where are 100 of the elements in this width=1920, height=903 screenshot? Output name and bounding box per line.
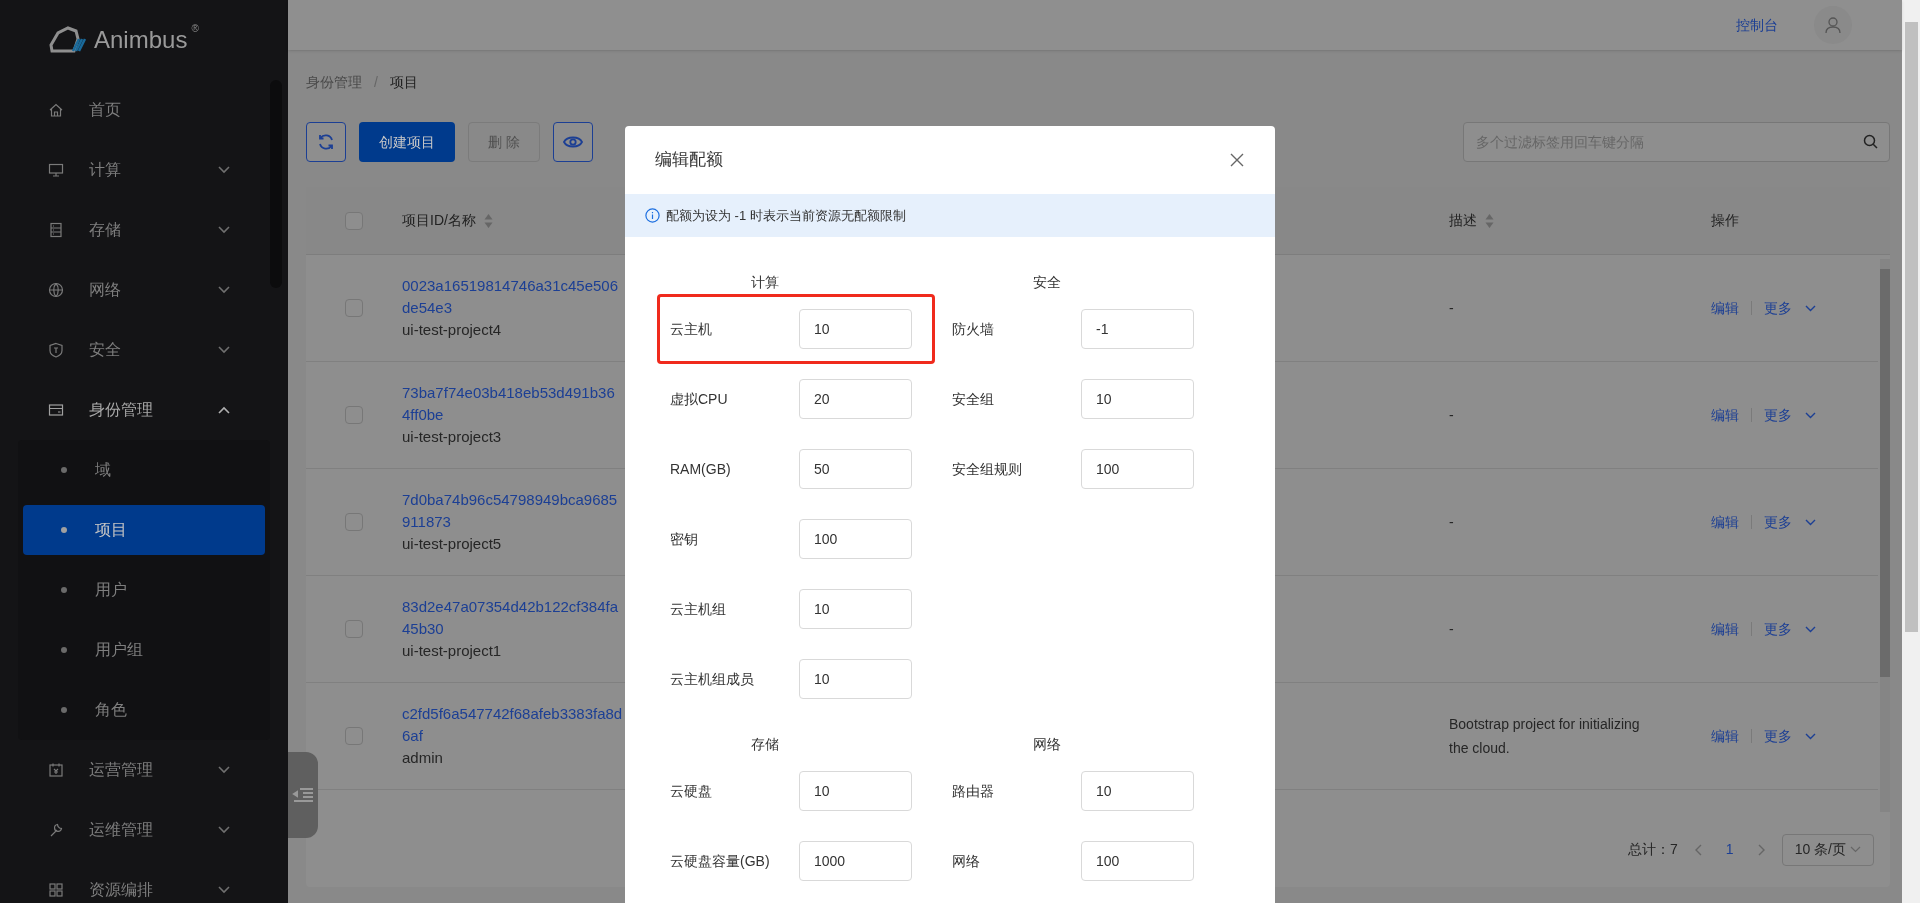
breadcrumb-item: 项目: [389, 72, 418, 92]
page-size-select[interactable]: 10 条/页: [1781, 833, 1874, 866]
chevron-down-icon[interactable]: [1805, 625, 1816, 633]
page-scrollbar-thumb[interactable]: [1904, 22, 1918, 632]
info-text: 配额为设为 -1 时表示当前资源无配额限制: [666, 206, 906, 225]
next-page-icon[interactable]: [1757, 843, 1766, 856]
table-scrollbar-thumb[interactable]: [1880, 269, 1890, 677]
menu-item-icon: [48, 822, 64, 838]
menu-item[interactable]: 存储: [89, 218, 218, 242]
previous-page-icon[interactable]: [1693, 843, 1702, 856]
submenu-item[interactable]: 角色: [23, 685, 265, 735]
project-id-link[interactable]: 7d0ba74b96c54798949bca9685911873: [402, 489, 623, 533]
page-number[interactable]: 1: [1717, 839, 1742, 860]
project-id-link[interactable]: 0023a16519814746a31c45e506de54e3: [402, 275, 623, 319]
column-header[interactable]: 项目ID/名称: [402, 210, 493, 231]
quota-input[interactable]: 10: [799, 771, 912, 811]
quota-input[interactable]: 50: [799, 449, 912, 489]
field-label: 云主机组: [670, 599, 727, 619]
project-name: ui-test-project5: [402, 534, 502, 554]
menu-item[interactable]: 身份管理: [89, 398, 218, 422]
menu-item-icon: [48, 282, 64, 298]
description-text: -: [1449, 513, 1455, 532]
quota-input[interactable]: 10: [1081, 771, 1194, 811]
project-id-link[interactable]: c2fd5f6a547742f68afeb3383fa8d6af: [402, 703, 623, 747]
submenu-item[interactable]: 用户组: [23, 625, 265, 675]
menu-item-icon: [48, 882, 64, 898]
column-header: 操作: [1711, 211, 1739, 230]
menu-item[interactable]: 资源编排: [89, 878, 218, 902]
section-title: 计算: [751, 273, 780, 292]
edit-link[interactable]: 编辑: [1711, 725, 1739, 747]
menu-item-icon: [48, 762, 64, 778]
dialog-title: 编辑配额: [655, 149, 723, 172]
quota-input[interactable]: -1: [1081, 309, 1194, 349]
quota-input[interactable]: 100: [1081, 449, 1194, 489]
chevron-down-icon[interactable]: [1805, 518, 1816, 526]
view-button[interactable]: [553, 122, 593, 162]
registered-mark: ®: [191, 24, 199, 34]
edit-link[interactable]: 编辑: [1711, 297, 1739, 319]
field-label: 云主机组成员: [670, 669, 755, 689]
menu-item[interactable]: 运维管理: [89, 818, 218, 842]
edit-link[interactable]: 编辑: [1711, 511, 1739, 533]
menu-item[interactable]: 首页: [89, 98, 230, 122]
app-logo-text: Animbus: [94, 25, 188, 55]
menu-item[interactable]: 计算: [89, 158, 218, 182]
more-link[interactable]: 更多: [1764, 618, 1792, 640]
project-id-link[interactable]: 73ba7f74e03b418eb53d491b364ff0be: [402, 382, 623, 426]
search-icon[interactable]: [1863, 134, 1878, 149]
submenu-item[interactable]: 项目: [23, 505, 265, 555]
more-link[interactable]: 更多: [1764, 404, 1792, 426]
create-project-button[interactable]: 创建项目: [359, 122, 455, 162]
collapse-sidebar-tab[interactable]: [288, 752, 318, 838]
quota-input[interactable]: 10: [799, 659, 912, 699]
field-label: 安全组规则: [952, 459, 1023, 479]
console-link[interactable]: 控制台: [1736, 14, 1778, 36]
avatar-icon[interactable]: [1814, 6, 1852, 44]
chevron-down-icon[interactable]: [1805, 411, 1816, 419]
menu-item-icon: [48, 102, 64, 118]
quota-input[interactable]: 10: [1081, 379, 1194, 419]
menu-item[interactable]: 安全: [89, 338, 218, 362]
chevron-down-icon[interactable]: [1805, 304, 1816, 312]
project-id-link[interactable]: 83d2e47a07354d42b122cf384fa45b30: [402, 596, 623, 640]
quota-input[interactable]: 1000: [799, 841, 912, 881]
close-icon[interactable]: [1229, 152, 1245, 168]
project-name: admin: [402, 748, 443, 768]
cloud-logo-icon: [48, 25, 86, 55]
description-text: -: [1449, 299, 1455, 318]
breadcrumb-item[interactable]: 身份管理: [306, 71, 362, 93]
eye-icon: [563, 135, 583, 149]
sort-icon[interactable]: [1485, 212, 1494, 229]
field-label: 网络: [952, 851, 981, 871]
sort-icon[interactable]: [483, 212, 493, 229]
quota-input[interactable]: 20: [799, 379, 912, 419]
field-label: 云硬盘: [670, 781, 713, 801]
description-text: -: [1449, 620, 1455, 639]
submenu-item[interactable]: 用户: [23, 565, 265, 615]
quota-input[interactable]: 100: [1081, 841, 1194, 881]
menu-item-icon: [48, 402, 64, 418]
field-label: 密钥: [670, 529, 699, 549]
section-title: 存储: [751, 735, 780, 754]
more-link[interactable]: 更多: [1764, 297, 1792, 319]
quota-input[interactable]: 100: [799, 519, 912, 559]
project-name: ui-test-project1: [402, 641, 502, 661]
menu-item[interactable]: 网络: [89, 278, 218, 302]
quota-input[interactable]: 10: [799, 589, 912, 629]
quota-input[interactable]: 10: [799, 309, 912, 349]
refresh-button[interactable]: [306, 122, 346, 162]
field-label: 安全组: [952, 389, 995, 409]
caret-icon: [1850, 846, 1861, 853]
more-link[interactable]: 更多: [1764, 511, 1792, 533]
menu-item[interactable]: 运营管理: [89, 758, 218, 782]
section-title: 网络: [1033, 735, 1062, 754]
field-label: 虚拟CPU: [670, 389, 729, 409]
column-header[interactable]: 描述: [1449, 210, 1494, 231]
field-label: RAM(GB): [670, 459, 732, 479]
project-name: ui-test-project3: [402, 427, 502, 447]
submenu-item[interactable]: 域: [23, 445, 265, 495]
more-link[interactable]: 更多: [1764, 725, 1792, 747]
chevron-down-icon[interactable]: [1805, 732, 1816, 740]
edit-link[interactable]: 编辑: [1711, 618, 1739, 640]
edit-link[interactable]: 编辑: [1711, 404, 1739, 426]
